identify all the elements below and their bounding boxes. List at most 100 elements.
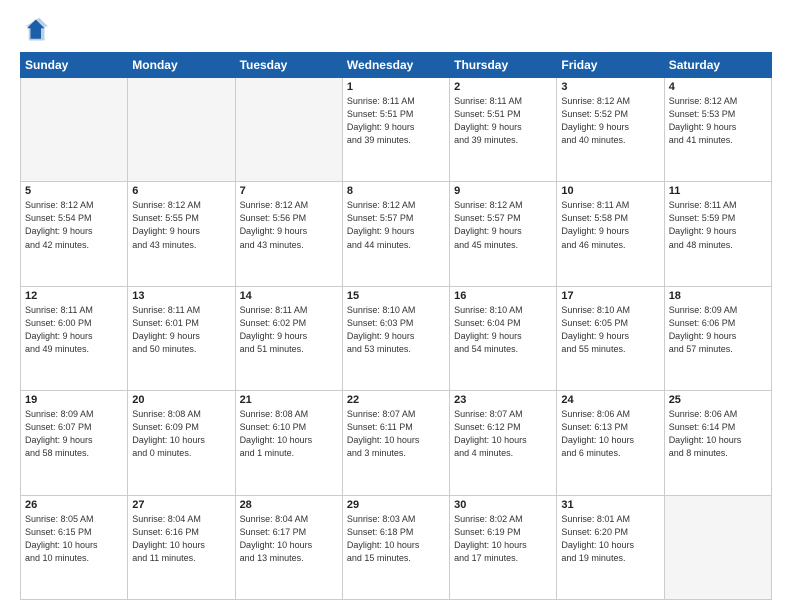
day-info: Sunrise: 8:12 AM Sunset: 5:57 PM Dayligh… xyxy=(347,199,445,251)
calendar-cell: 16Sunrise: 8:10 AM Sunset: 6:04 PM Dayli… xyxy=(450,286,557,390)
day-info: Sunrise: 8:11 AM Sunset: 5:59 PM Dayligh… xyxy=(669,199,767,251)
header xyxy=(20,16,772,44)
calendar-cell: 13Sunrise: 8:11 AM Sunset: 6:01 PM Dayli… xyxy=(128,286,235,390)
day-info: Sunrise: 8:11 AM Sunset: 5:51 PM Dayligh… xyxy=(347,95,445,147)
calendar-cell xyxy=(128,78,235,182)
calendar-cell: 30 Sunrise: 8:02 AM Sunset: 6:19 PM Dayli… xyxy=(450,495,557,599)
weekday-header: Saturday xyxy=(664,53,771,78)
day-info: Sunrise: 8:08 AM Sunset: 6:10 PM Dayligh… xyxy=(240,408,338,460)
calendar-cell: 19 Sunrise: 8:09 AM Sunset: 6:07 PM Dayli… xyxy=(21,391,128,495)
calendar-cell: 22Sunrise: 8:07 AM Sunset: 6:11 PM Dayli… xyxy=(342,391,449,495)
day-info: Sunrise: 8:11 AM Sunset: 6:02 PM Dayligh… xyxy=(240,304,338,356)
day-info: Sunrise: 8:06 AM Sunset: 6:13 PM Dayligh… xyxy=(561,408,659,460)
day-info: Sunrise: 8:09 AM Sunset: 6:07 PM Dayligh… xyxy=(25,408,123,460)
day-number: 6 xyxy=(132,185,230,197)
day-info: Sunrise: 8:05 AM Sunset: 6:15 PM Dayligh… xyxy=(25,513,123,565)
day-info: Sunrise: 8:12 AM Sunset: 5:53 PM Dayligh… xyxy=(669,95,767,147)
day-number: 14 xyxy=(240,290,338,302)
day-info: Sunrise: 8:03 AM Sunset: 6:18 PM Dayligh… xyxy=(347,513,445,565)
logo xyxy=(20,16,52,44)
calendar-week-row: 26 Sunrise: 8:05 AM Sunset: 6:15 PM Dayli… xyxy=(21,495,772,599)
calendar-cell: 1 Sunrise: 8:11 AM Sunset: 5:51 PM Daylig… xyxy=(342,78,449,182)
calendar-cell: 28 Sunrise: 8:04 AM Sunset: 6:17 PM Dayli… xyxy=(235,495,342,599)
logo-icon xyxy=(20,16,48,44)
calendar-cell: 29 Sunrise: 8:03 AM Sunset: 6:18 PM Dayli… xyxy=(342,495,449,599)
calendar-header-row: SundayMondayTuesdayWednesdayThursdayFrid… xyxy=(21,53,772,78)
calendar-cell: 23 Sunrise: 8:07 AM Sunset: 6:12 PM Dayli… xyxy=(450,391,557,495)
weekday-header: Wednesday xyxy=(342,53,449,78)
day-number: 27 xyxy=(132,499,230,511)
calendar-cell: 15 Sunrise: 8:10 AM Sunset: 6:03 PM Dayli… xyxy=(342,286,449,390)
day-info: Sunrise: 8:12 AM Sunset: 5:54 PM Dayligh… xyxy=(25,199,123,251)
day-number: 11 xyxy=(669,185,767,197)
page: SundayMondayTuesdayWednesdayThursdayFrid… xyxy=(0,0,792,612)
calendar-cell: 24 Sunrise: 8:06 AM Sunset: 6:13 PM Dayli… xyxy=(557,391,664,495)
day-number: 28 xyxy=(240,499,338,511)
day-number: 5 xyxy=(25,185,123,197)
calendar-cell: 14 Sunrise: 8:11 AM Sunset: 6:02 PM Dayli… xyxy=(235,286,342,390)
day-number: 8 xyxy=(347,185,445,197)
day-number: 15 xyxy=(347,290,445,302)
weekday-header: Tuesday xyxy=(235,53,342,78)
day-info: Sunrise: 8:12 AM Sunset: 5:55 PM Dayligh… xyxy=(132,199,230,251)
calendar-cell: 25 Sunrise: 8:06 AM Sunset: 6:14 PM Dayli… xyxy=(664,391,771,495)
day-number: 29 xyxy=(347,499,445,511)
calendar-cell: 26 Sunrise: 8:05 AM Sunset: 6:15 PM Dayli… xyxy=(21,495,128,599)
calendar-cell: 12 Sunrise: 8:11 AM Sunset: 6:00 PM Dayli… xyxy=(21,286,128,390)
day-number: 25 xyxy=(669,394,767,406)
day-info: Sunrise: 8:11 AM Sunset: 5:58 PM Dayligh… xyxy=(561,199,659,251)
calendar-cell xyxy=(235,78,342,182)
day-number: 18 xyxy=(669,290,767,302)
day-number: 31 xyxy=(561,499,659,511)
day-number: 26 xyxy=(25,499,123,511)
day-info: Sunrise: 8:01 AM Sunset: 6:20 PM Dayligh… xyxy=(561,513,659,565)
calendar-week-row: 12 Sunrise: 8:11 AM Sunset: 6:00 PM Dayli… xyxy=(21,286,772,390)
day-info: Sunrise: 8:04 AM Sunset: 6:17 PM Dayligh… xyxy=(240,513,338,565)
calendar-cell: 2 Sunrise: 8:11 AM Sunset: 5:51 PM Daylig… xyxy=(450,78,557,182)
day-number: 20 xyxy=(132,394,230,406)
day-number: 21 xyxy=(240,394,338,406)
day-info: Sunrise: 8:12 AM Sunset: 5:57 PM Dayligh… xyxy=(454,199,552,251)
calendar-week-row: 5 Sunrise: 8:12 AM Sunset: 5:54 PM Daylig… xyxy=(21,182,772,286)
calendar-cell: 31 Sunrise: 8:01 AM Sunset: 6:20 PM Dayli… xyxy=(557,495,664,599)
day-number: 17 xyxy=(561,290,659,302)
calendar-cell: 9 Sunrise: 8:12 AM Sunset: 5:57 PM Daylig… xyxy=(450,182,557,286)
day-number: 23 xyxy=(454,394,552,406)
day-info: Sunrise: 8:09 AM Sunset: 6:06 PM Dayligh… xyxy=(669,304,767,356)
calendar-cell: 10Sunrise: 8:11 AM Sunset: 5:58 PM Dayli… xyxy=(557,182,664,286)
calendar-week-row: 1 Sunrise: 8:11 AM Sunset: 5:51 PM Daylig… xyxy=(21,78,772,182)
calendar-cell xyxy=(21,78,128,182)
day-info: Sunrise: 8:11 AM Sunset: 5:51 PM Dayligh… xyxy=(454,95,552,147)
calendar-cell: 5 Sunrise: 8:12 AM Sunset: 5:54 PM Daylig… xyxy=(21,182,128,286)
day-number: 12 xyxy=(25,290,123,302)
day-info: Sunrise: 8:10 AM Sunset: 6:03 PM Dayligh… xyxy=(347,304,445,356)
day-info: Sunrise: 8:07 AM Sunset: 6:12 PM Dayligh… xyxy=(454,408,552,460)
calendar-cell xyxy=(664,495,771,599)
day-number: 3 xyxy=(561,81,659,93)
calendar-cell: 4Sunrise: 8:12 AM Sunset: 5:53 PM Daylig… xyxy=(664,78,771,182)
calendar-table: SundayMondayTuesdayWednesdayThursdayFrid… xyxy=(20,52,772,600)
day-number: 2 xyxy=(454,81,552,93)
day-number: 13 xyxy=(132,290,230,302)
calendar-cell: 27 Sunrise: 8:04 AM Sunset: 6:16 PM Dayli… xyxy=(128,495,235,599)
day-number: 22 xyxy=(347,394,445,406)
calendar-cell: 11 Sunrise: 8:11 AM Sunset: 5:59 PM Dayli… xyxy=(664,182,771,286)
weekday-header: Friday xyxy=(557,53,664,78)
weekday-header: Thursday xyxy=(450,53,557,78)
day-info: Sunrise: 8:08 AM Sunset: 6:09 PM Dayligh… xyxy=(132,408,230,460)
day-number: 19 xyxy=(25,394,123,406)
day-number: 30 xyxy=(454,499,552,511)
day-number: 1 xyxy=(347,81,445,93)
day-info: Sunrise: 8:02 AM Sunset: 6:19 PM Dayligh… xyxy=(454,513,552,565)
calendar-cell: 6 Sunrise: 8:12 AM Sunset: 5:55 PM Daylig… xyxy=(128,182,235,286)
day-info: Sunrise: 8:12 AM Sunset: 5:56 PM Dayligh… xyxy=(240,199,338,251)
day-info: Sunrise: 8:10 AM Sunset: 6:05 PM Dayligh… xyxy=(561,304,659,356)
calendar-week-row: 19 Sunrise: 8:09 AM Sunset: 6:07 PM Dayli… xyxy=(21,391,772,495)
day-number: 16 xyxy=(454,290,552,302)
day-info: Sunrise: 8:06 AM Sunset: 6:14 PM Dayligh… xyxy=(669,408,767,460)
day-info: Sunrise: 8:11 AM Sunset: 6:00 PM Dayligh… xyxy=(25,304,123,356)
day-number: 9 xyxy=(454,185,552,197)
weekday-header: Sunday xyxy=(21,53,128,78)
day-number: 24 xyxy=(561,394,659,406)
day-info: Sunrise: 8:04 AM Sunset: 6:16 PM Dayligh… xyxy=(132,513,230,565)
